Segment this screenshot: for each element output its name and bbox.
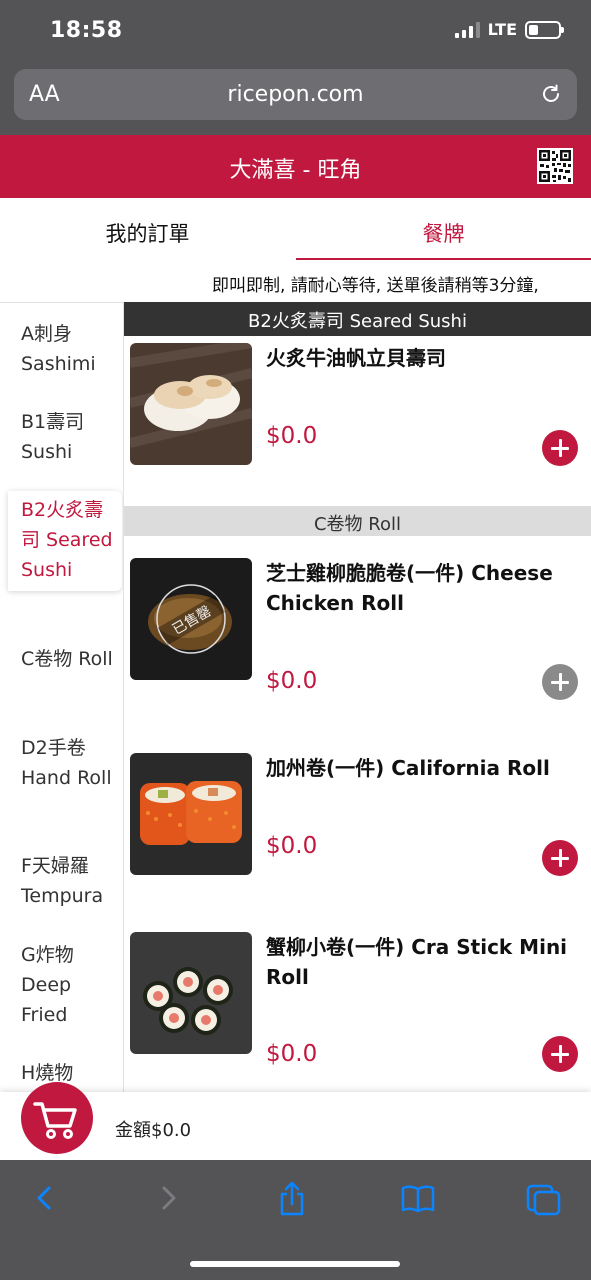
category-sushi[interactable]: B1壽司 Sushi <box>0 407 122 467</box>
section-header-roll: C卷物 Roll <box>124 506 591 536</box>
category-tempura[interactable]: F天婦羅 Tempura <box>0 851 122 911</box>
cart-button[interactable] <box>21 1082 93 1154</box>
notice-text: 即叫即制, 請耐心等待, 送單後請稍等3分鐘, <box>212 276 539 296</box>
section-header-seared-sushi: B2火炙壽司 Seared Sushi <box>124 302 591 336</box>
item-name-scallop-sushi: 火炙牛油帆立貝壽司 <box>266 346 446 370</box>
battery-icon <box>525 20 564 39</box>
status-time: 18:58 <box>50 18 123 43</box>
category-sidebar[interactable]: A刺身 Sashimi B1壽司 Sushi B2火炙壽司 Seared Sus… <box>0 302 124 1092</box>
browser-chrome: 18:58 LTE AA ricepon.com <box>0 0 591 135</box>
back-icon[interactable] <box>30 1180 60 1216</box>
menu-list[interactable]: B2火炙壽司 Seared Sushi 火炙牛油帆立貝壽司 $0.0 C卷物 R… <box>124 302 591 1092</box>
item-price-crab-stick-roll: $0.0 <box>266 1041 318 1067</box>
item-image-scallop-sushi[interactable] <box>130 343 252 465</box>
tab-my-orders[interactable]: 我的訂單 <box>0 198 295 260</box>
url-text[interactable]: ricepon.com <box>14 82 577 107</box>
item-name-crab-stick-roll: 蟹柳小卷(一件) Cra Stick Mini Roll <box>266 935 568 989</box>
category-hand-roll[interactable]: D2手卷 Hand Roll <box>0 733 122 793</box>
add-button-crab-stick-roll[interactable] <box>542 1036 578 1072</box>
add-button-cheese-chicken-roll[interactable] <box>542 664 578 700</box>
item-image-cheese-chicken-roll[interactable]: 已售罄 <box>130 558 252 680</box>
app-header: 大滿喜 - 旺角 <box>0 135 591 198</box>
reload-icon[interactable] <box>539 82 563 106</box>
item-image-crab-stick-roll[interactable] <box>130 932 252 1054</box>
address-bar[interactable]: AA ricepon.com <box>14 69 577 120</box>
item-name-california-roll: 加州卷(一件) California Roll <box>266 756 550 780</box>
bookmarks-icon[interactable] <box>400 1180 436 1216</box>
category-sashimi[interactable]: A刺身 Sashimi <box>0 319 122 379</box>
notice-banner: 即叫即制, 請耐心等待, 送單後請稍等3分鐘, <box>0 262 591 302</box>
add-button-scallop-sushi[interactable] <box>542 430 578 466</box>
category-seared-sushi[interactable]: B2火炙壽司 Seared Sushi <box>8 491 122 591</box>
add-button-california-roll[interactable] <box>542 840 578 876</box>
home-indicator <box>190 1261 400 1267</box>
tabs-icon[interactable] <box>525 1180 561 1216</box>
tab-menu[interactable]: 餐牌 <box>296 198 591 260</box>
cart-icon <box>33 1102 77 1139</box>
item-image-california-roll[interactable] <box>130 753 252 875</box>
qr-code-icon[interactable] <box>537 148 573 184</box>
signal-icon <box>454 21 480 38</box>
share-icon[interactable] <box>277 1180 307 1216</box>
status-indicators: LTE <box>454 20 564 39</box>
forward-icon[interactable] <box>153 1180 183 1216</box>
item-price-scallop-sushi: $0.0 <box>266 423 318 449</box>
restaurant-title: 大滿喜 - 旺角 <box>229 158 362 183</box>
item-price-california-roll: $0.0 <box>266 833 318 859</box>
category-roll[interactable]: C卷物 Roll <box>0 644 122 674</box>
category-deep-fried[interactable]: G炸物 Deep Fried <box>0 940 122 1030</box>
network-label: LTE <box>487 20 517 39</box>
item-price-cheese-chicken-roll: $0.0 <box>266 668 318 694</box>
item-name-cheese-chicken-roll: 芝士雞柳脆脆卷(一件) Cheese Chicken Roll <box>266 561 553 615</box>
cart-total: 金額$0.0 <box>115 1120 192 1141</box>
tab-bar: 我的訂單 餐牌 <box>0 198 591 260</box>
